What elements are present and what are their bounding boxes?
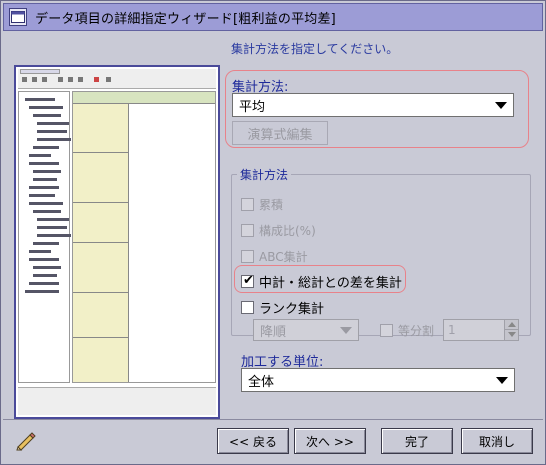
cancel-button[interactable]: 取消し bbox=[461, 428, 533, 454]
checkmark-icon: ✔ bbox=[243, 273, 254, 288]
stepper-down-icon[interactable] bbox=[504, 330, 518, 340]
checkbox-box bbox=[241, 198, 254, 211]
rank-order-select[interactable]: 降順 bbox=[253, 319, 359, 341]
instruction-text: 集計方法を指定してください。 bbox=[231, 42, 399, 56]
chevron-down-icon bbox=[495, 102, 507, 109]
checkbox-box bbox=[380, 324, 393, 337]
wizard-window: データ項目の詳細指定ウィザード[粗利益の平均差] 集計方法を指定してください。 bbox=[0, 0, 546, 465]
stepper-up-icon[interactable] bbox=[504, 320, 518, 330]
chevron-down-icon bbox=[496, 377, 508, 384]
button-bar: << 戻る 次へ >> 完了 取消し bbox=[3, 419, 543, 461]
checkbox-box bbox=[241, 224, 254, 237]
preview-toolbar bbox=[18, 69, 216, 89]
abc-aggregation-checkbox[interactable]: ABC集計 bbox=[241, 248, 308, 265]
unit-value: 全体 bbox=[248, 374, 275, 390]
aggregation-method-select[interactable]: 平均 bbox=[232, 93, 514, 117]
preview-grid bbox=[72, 91, 216, 383]
aggregation-method-value: 平均 bbox=[239, 99, 266, 115]
unit-select[interactable]: 全体 bbox=[241, 368, 515, 392]
report-preview-image bbox=[14, 65, 220, 419]
checkbox-box: ✔ bbox=[241, 273, 254, 288]
pencil-icon bbox=[15, 431, 37, 454]
composition-ratio-checkbox[interactable]: 構成比(%) bbox=[241, 222, 316, 239]
difference-checkbox[interactable]: ✔ 中計・総計との差を集計 bbox=[241, 272, 402, 291]
equal-split-stepper[interactable]: 1 bbox=[443, 319, 519, 341]
rank-checkbox[interactable]: ランク集計 bbox=[241, 298, 324, 317]
equal-split-label: 等分割 bbox=[398, 324, 435, 338]
wizard-body: 集計方法を指定してください。 集計方法: 平均 演算式編集 集計方法 累積 構成… bbox=[3, 32, 543, 419]
method-group-title: 集計方法 bbox=[237, 166, 292, 183]
rank-label: ランク集計 bbox=[259, 302, 325, 317]
window-title: データ項目の詳細指定ウィザード[粗利益の平均差] bbox=[35, 11, 336, 27]
composition-ratio-label: 構成比(%) bbox=[259, 224, 316, 238]
system-menu-icon[interactable] bbox=[9, 8, 27, 26]
finish-button[interactable]: 完了 bbox=[381, 428, 453, 454]
equal-split-checkbox[interactable]: 等分割 bbox=[380, 322, 434, 339]
cumulative-checkbox[interactable]: 累積 bbox=[241, 196, 283, 213]
checkbox-box bbox=[241, 250, 254, 263]
equal-split-value: 1 bbox=[448, 323, 456, 337]
difference-label: 中計・総計との差を集計 bbox=[259, 276, 402, 291]
title-bar: データ項目の詳細指定ウィザード[粗利益の平均差] bbox=[3, 3, 543, 31]
cumulative-label: 累積 bbox=[259, 198, 284, 212]
checkbox-box bbox=[241, 301, 254, 314]
abc-aggregation-label: ABC集計 bbox=[259, 250, 308, 264]
back-button[interactable]: << 戻る bbox=[217, 428, 289, 454]
preview-tree bbox=[18, 91, 71, 383]
rank-order-value: 降順 bbox=[260, 324, 287, 340]
next-button[interactable]: 次へ >> bbox=[294, 428, 366, 454]
formula-edit-button[interactable]: 演算式編集 bbox=[232, 121, 328, 145]
chevron-down-icon bbox=[340, 327, 352, 334]
preview-status bbox=[18, 387, 216, 415]
